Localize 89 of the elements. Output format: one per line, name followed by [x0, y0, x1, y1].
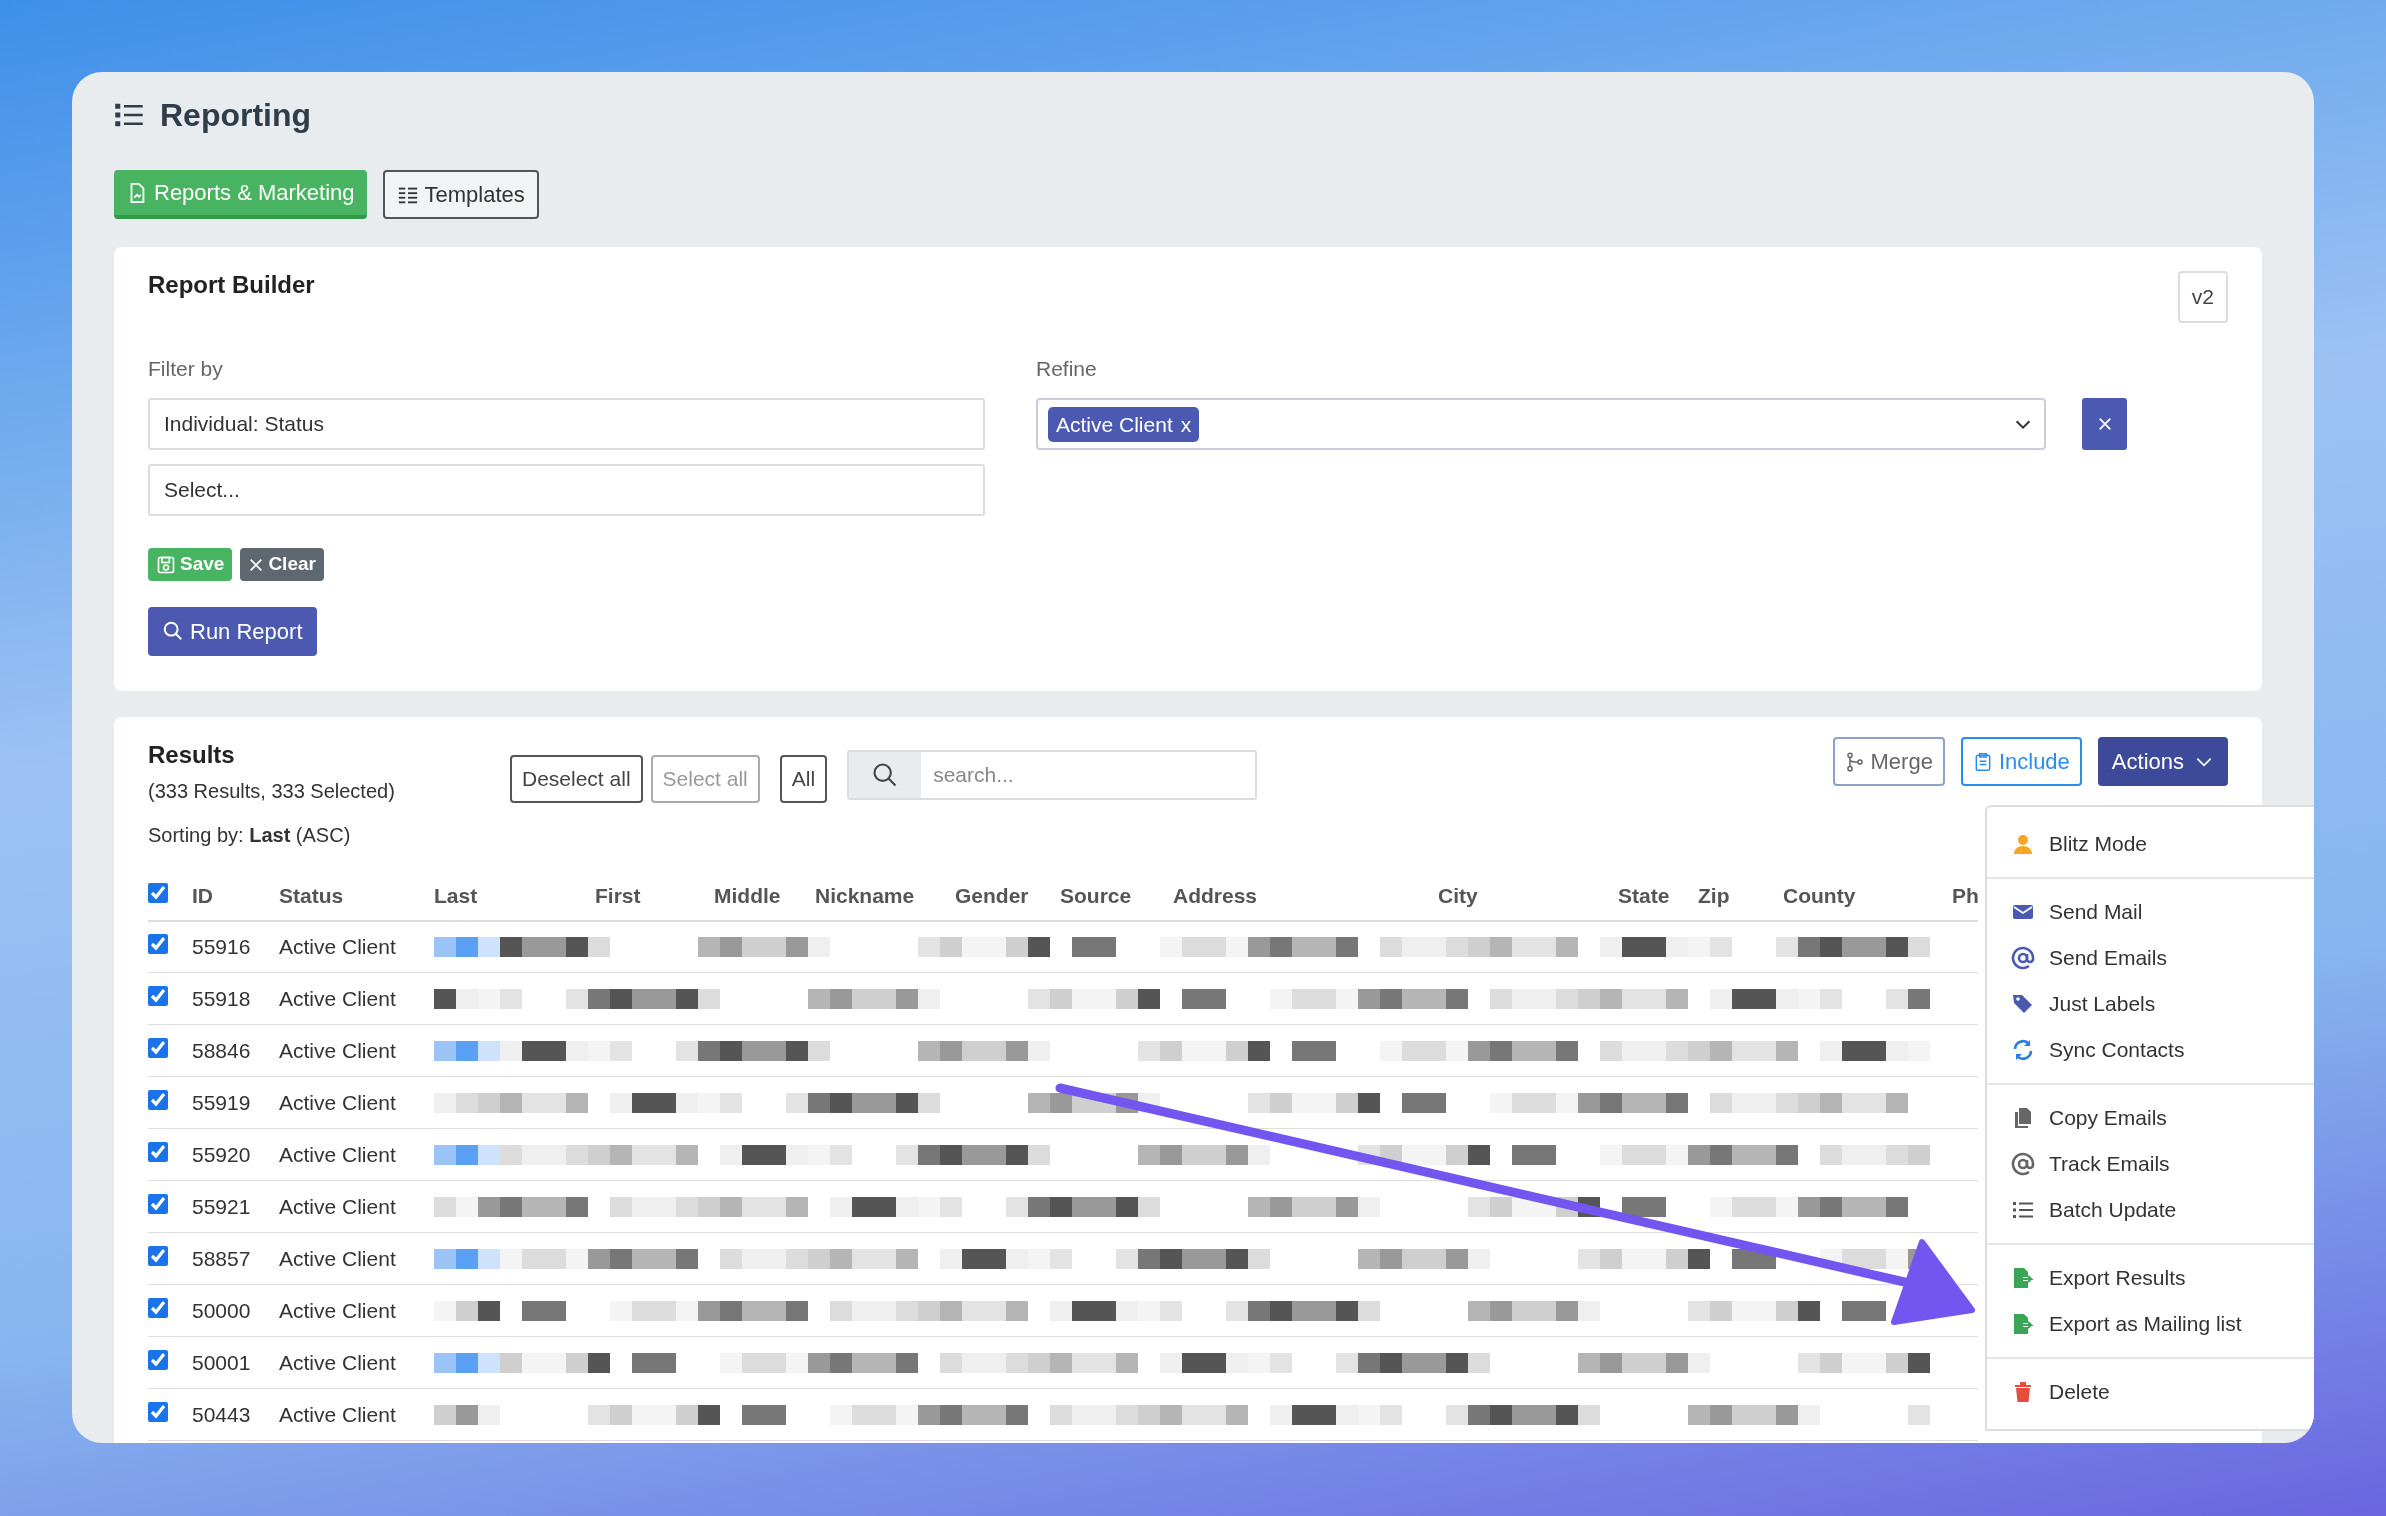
table-cell: Active Client	[279, 1246, 396, 1270]
row-checkbox[interactable]	[148, 1245, 168, 1266]
field-label: Filter by	[148, 355, 224, 382]
table-cell: Active Client	[279, 935, 396, 959]
menu-item[interactable]: Delete	[1987, 1369, 2314, 1415]
menu-item[interactable]: Copy Emails	[1987, 1095, 2314, 1141]
search-icon	[162, 620, 184, 643]
menu-item[interactable]: Send Emails	[1987, 935, 2314, 981]
table-cell: 58846	[192, 1038, 251, 1062]
column-header[interactable]: First	[595, 884, 641, 908]
column-header[interactable]: ID	[192, 884, 213, 908]
row-checkbox[interactable]	[148, 1349, 168, 1370]
menu-item[interactable]: Send Mail	[1987, 889, 2314, 935]
column-header[interactable]: Ph	[1952, 884, 1979, 908]
table-cell: Active Client	[279, 1038, 396, 1062]
row-checkbox[interactable]	[148, 1297, 168, 1318]
table-cell: Active Client	[279, 1298, 396, 1322]
version-button[interactable]: v2	[2177, 271, 2228, 323]
refine-select[interactable]: Active Client x	[1036, 398, 2046, 451]
menu-item[interactable]: Just Labels	[1987, 981, 2314, 1027]
field-label: Refine	[1036, 355, 1098, 382]
close-icon	[248, 556, 265, 573]
column-header[interactable]: Source	[1060, 884, 1132, 908]
row-checkbox[interactable]	[148, 1089, 168, 1110]
selected-tag: Active Client x	[1048, 406, 1200, 443]
sorting-label: Sorting by: Last (ASC)	[148, 823, 352, 849]
table-cell: Active Client	[279, 1350, 396, 1374]
select-field[interactable]: Select...	[148, 464, 985, 517]
table-cell: 50000	[192, 1298, 251, 1322]
table-cell: Active Client	[279, 1142, 396, 1166]
column-header[interactable]: Middle	[714, 884, 781, 908]
table-cell: 55918	[192, 986, 251, 1010]
table-cell: Active Client	[279, 1194, 396, 1218]
table-cell: 55916	[192, 935, 251, 959]
row-checkbox[interactable]	[148, 1037, 168, 1058]
results-count: (333 Results, 333 Selected)	[148, 779, 396, 805]
column-header[interactable]: Nickname	[815, 884, 915, 908]
row-checkbox[interactable]	[148, 1193, 168, 1214]
row-checkbox[interactable]	[148, 1141, 168, 1162]
card-title: Results	[148, 741, 236, 771]
clear-button[interactable]: Clear	[240, 548, 324, 581]
select-all-checkbox[interactable]	[148, 883, 168, 904]
page-title: Reporting	[160, 96, 312, 135]
close-icon	[2096, 416, 2113, 433]
person-icon	[2011, 832, 2035, 856]
column-header[interactable]: Status	[279, 884, 344, 908]
tab[interactable]: Templates	[382, 170, 539, 220]
all-button[interactable]: All	[779, 755, 828, 803]
table-cell: 55919	[192, 1090, 251, 1114]
filter-field[interactable]: Individual: Status	[148, 398, 985, 451]
menu-item[interactable]: Export as Mailing list	[1987, 1301, 2314, 1347]
card-title: Report Builder	[148, 271, 315, 301]
column-header[interactable]: Address	[1173, 884, 1258, 908]
table-cell: 58857	[192, 1246, 251, 1270]
menu-item[interactable]: Track Emails	[1987, 1141, 2314, 1187]
tags-icon	[2011, 992, 2035, 1016]
menu-item[interactable]: Blitz Mode	[1987, 821, 2314, 867]
table-cell: Active Client	[279, 1402, 396, 1426]
menu-item[interactable]: Batch Update	[1987, 1187, 2314, 1233]
table-cell: 55921	[192, 1194, 251, 1218]
file-export-icon	[2011, 1266, 2035, 1290]
table-cell: Active Client	[279, 986, 396, 1010]
menu-item[interactable]: Sync Contacts	[1987, 1027, 2314, 1073]
row-checkbox[interactable]	[148, 934, 168, 955]
menu-item[interactable]: Export Results	[1987, 1255, 2314, 1301]
deselect-all-button[interactable]: Deselect all	[510, 755, 643, 803]
table-cell: 50443	[192, 1402, 251, 1426]
actions-button[interactable]: Actions	[2097, 737, 2228, 787]
file-export-icon	[2011, 1312, 2035, 1336]
column-header[interactable]: Zip	[1698, 884, 1730, 908]
column-header[interactable]: Last	[434, 884, 478, 908]
row-checkbox[interactable]	[148, 985, 168, 1006]
table-cell: 55920	[192, 1142, 251, 1166]
column-header[interactable]: City	[1438, 884, 1478, 908]
at-sign-icon	[2011, 946, 2035, 970]
at-sign-icon	[2011, 1152, 2035, 1176]
column-header[interactable]: State	[1618, 884, 1670, 908]
table-cell: 50001	[192, 1350, 251, 1374]
search-field[interactable]: search...	[847, 750, 1258, 801]
clear-refine-button[interactable]	[2082, 398, 2127, 451]
row-checkbox[interactable]	[148, 1401, 168, 1422]
column-header[interactable]: County	[1783, 884, 1856, 908]
run-report-button[interactable]: Run Report	[148, 606, 317, 656]
sync-icon	[2011, 1038, 2035, 1062]
table-cell: Active Client	[279, 1090, 396, 1114]
branch-icon	[1844, 750, 1865, 773]
tag-remove-button[interactable]: x	[1180, 408, 1192, 441]
column-header[interactable]: Gender	[955, 884, 1029, 908]
merge-button[interactable]: Merge	[1832, 737, 1945, 787]
